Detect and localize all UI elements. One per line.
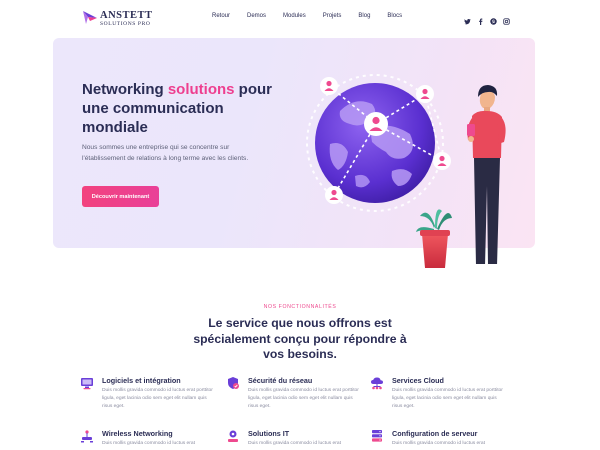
nav-item-blog[interactable]: Blog [358,13,370,19]
user-node-icon [433,152,451,170]
section-kicker: NOS FONCTIONNALITÉS [263,304,337,310]
facebook-icon[interactable] [477,12,484,25]
user-node-icon [325,186,343,204]
globe-network-illustration [306,74,506,271]
instagram-icon[interactable] [503,12,510,25]
bird-logo-icon [83,11,97,24]
feature-description: Duis mollis gravida commodo id luctus er… [102,441,195,446]
hero-description: Nous sommes une entreprise qui se concen… [82,144,249,162]
feature-description: Duis mollis gravida commodo id luctus er… [248,441,341,446]
feature-description: Duis mollis gravida commodo id luctus er… [392,388,503,410]
server-icon [372,430,382,442]
brand-logo[interactable]: ANSTETT SOLUTIONS PRO [82,9,162,29]
feature-title: Solutions IT [248,429,290,438]
feature-title: Services Cloud [392,376,444,385]
social-links [464,12,510,25]
hero-title-accent: solutions [167,81,235,98]
feature-title: Configuration de serveur [392,429,478,438]
nav-item-modules[interactable]: Modules [283,13,306,19]
nav-item-projets[interactable]: Projets [323,13,342,19]
feature-title: Wireless Networking [102,429,173,438]
twitter-icon[interactable] [464,12,471,25]
person-figure [467,85,506,271]
brand-tagline: SOLUTIONS PRO [100,21,151,27]
feature-title: Sécurité du réseau [248,376,313,385]
feature-title: Logiciels et intégration [102,376,181,385]
feature-description: Duis mollis gravida commodo id luctus er… [392,441,485,446]
software-icon [81,378,93,390]
hero-title-pre: Networking [82,81,168,98]
site-header: ANSTETT SOLUTIONS PRO Retour Demos Modul… [0,0,600,36]
nav-item-blocs[interactable]: Blocs [387,13,402,19]
feature-description: Duis mollis gravida commodo id luctus er… [248,388,359,410]
gear-icon [228,430,238,442]
hero-title: Networking solutions pour une communicat… [82,80,292,137]
wireless-icon [81,430,93,443]
nav-item-retour[interactable]: Retour [212,13,230,19]
plant-pot [416,209,452,268]
discover-button[interactable]: Découvrir maintenant [82,186,159,207]
shield-icon [228,377,239,389]
user-node-icon [320,77,338,95]
nav-item-demos[interactable]: Demos [247,13,266,19]
user-node-icon [364,112,388,136]
main-nav: Retour Demos Modules Projets Blog Blocs [212,13,419,19]
section-title: Le service que nous offrons est spéciale… [193,316,407,361]
user-node-icon [416,85,434,103]
brand-name: ANSTETT [100,10,153,21]
feature-description: Duis mollis gravida commodo id luctus er… [102,388,213,410]
cloud-icon [371,377,383,390]
pinterest-icon[interactable] [490,12,497,25]
